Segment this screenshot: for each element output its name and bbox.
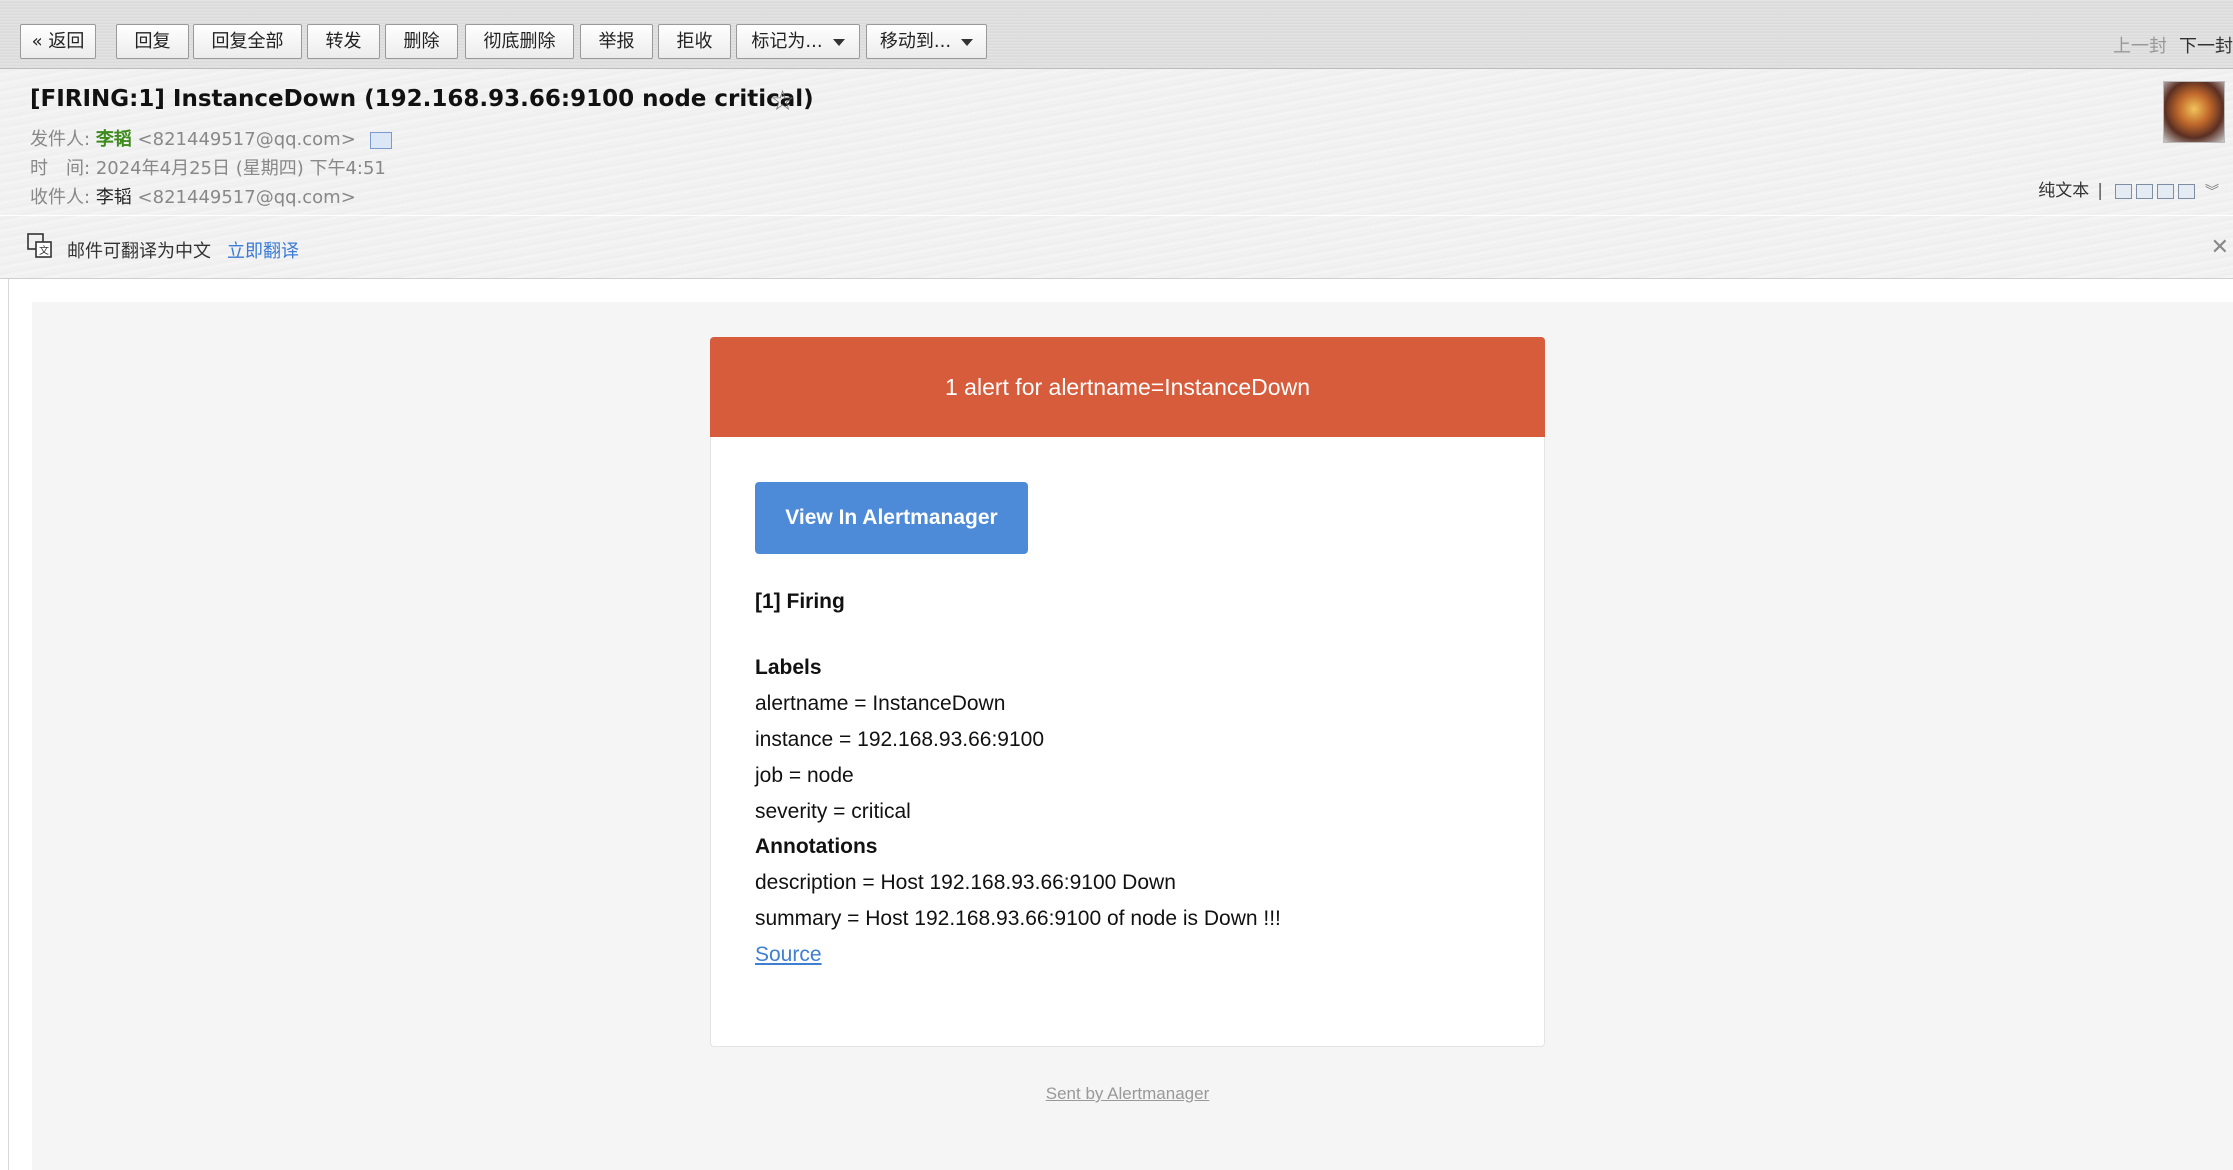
- reply-all-button[interactable]: 回复全部: [193, 24, 302, 59]
- forward-button[interactable]: 转发: [307, 24, 380, 59]
- mark-as-label: 标记为...: [751, 31, 823, 52]
- chevron-down-icon: [832, 38, 845, 46]
- star-icon[interactable]: ☆: [770, 87, 795, 115]
- translate-bar: 文 邮件可翻译为中文 立即翻译 ✕: [0, 216, 2233, 279]
- sender-name[interactable]: 李韬: [96, 129, 132, 150]
- annotation-description: description = Host 192.168.93.66:9100 Do…: [755, 871, 1176, 894]
- view-options-separator: |: [2097, 181, 2103, 201]
- mark-as-dropdown[interactable]: 标记为...: [736, 24, 860, 59]
- time-value: 2024年4月25日 (星期四) 下午4:51: [95, 158, 386, 179]
- to-row: 收件人: 李韬 <821449517@qq.com>: [30, 183, 356, 209]
- mail-header: [FIRING:1] InstanceDown (192.168.93.66:9…: [0, 69, 2233, 215]
- annotations-heading: Annotations: [755, 835, 878, 858]
- download-icon[interactable]: [2157, 183, 2174, 199]
- plain-text-link[interactable]: 纯文本: [2038, 181, 2089, 201]
- prev-mail-link[interactable]: 上一封: [2113, 36, 2167, 57]
- view-window-icon[interactable]: [2136, 183, 2153, 199]
- svg-text:文: 文: [39, 244, 49, 257]
- report-button[interactable]: 举报: [580, 24, 653, 59]
- new-window-icon[interactable]: [2115, 183, 2132, 199]
- avatar[interactable]: [2163, 81, 2225, 143]
- to-label: 收件人:: [30, 187, 91, 208]
- chevron-down-icon: [961, 38, 974, 46]
- close-icon[interactable]: ✕: [2211, 234, 2229, 260]
- sender-email: <821449517@qq.com>: [137, 129, 356, 150]
- firing-heading: [1] Firing: [755, 590, 845, 613]
- from-row: 发件人: 李韬 <821449517@qq.com>: [30, 125, 392, 151]
- prev-next-nav: 上一封 下一封: [2113, 32, 2233, 58]
- label-job: job = node: [755, 764, 854, 787]
- translate-now-link[interactable]: 立即翻译: [227, 237, 299, 263]
- reply-button[interactable]: 回复: [116, 24, 189, 59]
- view-options: 纯文本 | ︾: [2038, 176, 2219, 201]
- toolbar: « 返回 回复 回复全部 转发 删除 彻底删除 举报 拒收 标记为... 移动到…: [0, 0, 2233, 69]
- source-link[interactable]: Source: [755, 943, 822, 967]
- mail-subject: [FIRING:1] InstanceDown (192.168.93.66:9…: [30, 86, 814, 112]
- print-icon[interactable]: [2178, 183, 2195, 199]
- back-button[interactable]: « 返回: [20, 24, 96, 59]
- label-instance: instance = 192.168.93.66:9100: [755, 728, 1044, 751]
- label-alertname: alertname = InstanceDown: [755, 692, 1006, 715]
- alert-banner: 1 alert for alertname=InstanceDown: [710, 337, 1545, 437]
- view-in-alertmanager-button[interactable]: View In Alertmanager: [755, 482, 1028, 554]
- labels-heading: Labels: [755, 656, 822, 679]
- sent-by-alertmanager-link[interactable]: Sent by Alertmanager: [710, 1084, 1545, 1104]
- translate-message: 邮件可翻译为中文: [67, 241, 211, 262]
- recipient-email: <821449517@qq.com>: [137, 187, 356, 208]
- content-border: [8, 279, 9, 1170]
- chevron-down-icon[interactable]: ︾: [2205, 181, 2219, 201]
- label-severity: severity = critical: [755, 800, 911, 823]
- move-to-dropdown[interactable]: 移动到...: [866, 24, 987, 59]
- vcard-icon[interactable]: [369, 131, 392, 149]
- delete-button[interactable]: 删除: [385, 24, 458, 59]
- annotation-summary: summary = Host 192.168.93.66:9100 of nod…: [755, 907, 1281, 930]
- recipient-name[interactable]: 李韬: [96, 187, 132, 208]
- translate-icon: 文: [27, 233, 52, 258]
- move-to-label: 移动到...: [879, 31, 952, 52]
- reject-button[interactable]: 拒收: [658, 24, 731, 59]
- delete-permanent-button[interactable]: 彻底删除: [465, 24, 574, 59]
- next-mail-link[interactable]: 下一封: [2179, 36, 2233, 57]
- time-label: 时 间:: [30, 158, 91, 179]
- from-label: 发件人:: [30, 129, 91, 150]
- time-row: 时 间: 2024年4月25日 (星期四) 下午4:51: [30, 154, 386, 180]
